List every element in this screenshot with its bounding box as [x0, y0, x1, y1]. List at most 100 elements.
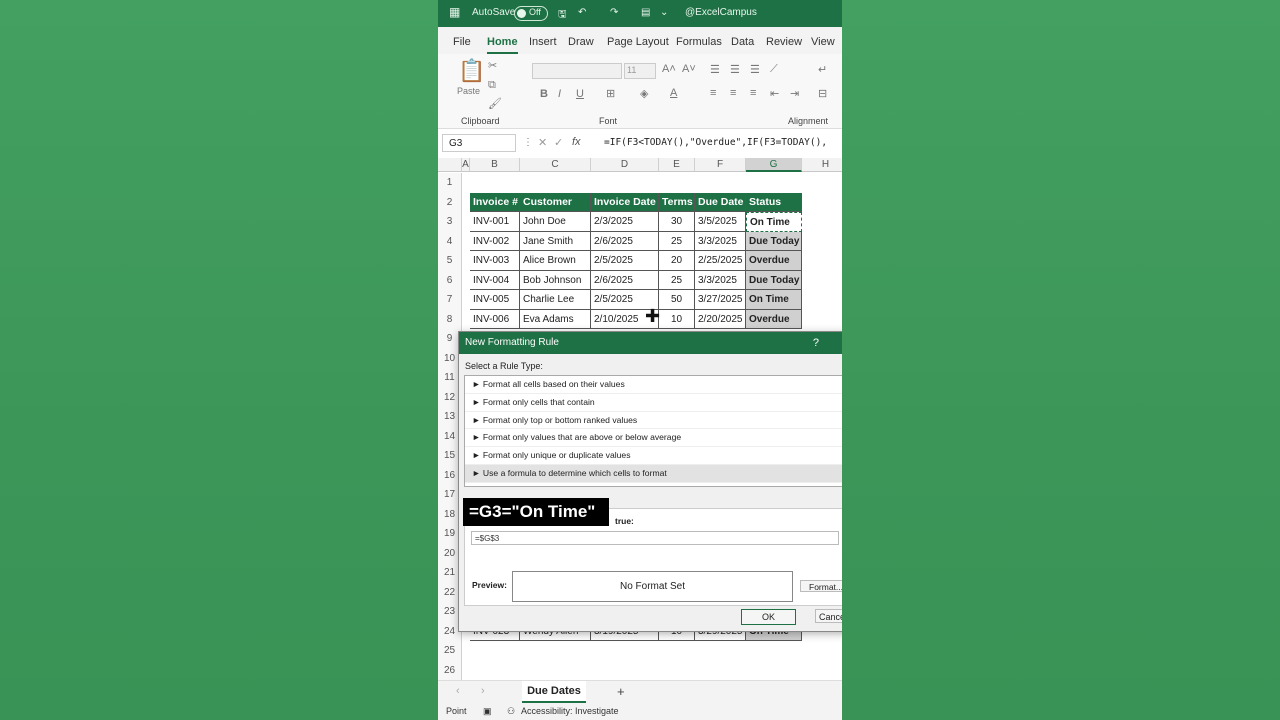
terms-cell[interactable]: 50 [659, 290, 695, 310]
customer-cell[interactable]: Charlie Lee [520, 290, 591, 310]
cut-icon[interactable]: ✂ [488, 59, 497, 72]
copy-icon[interactable]: ⧉ [488, 79, 496, 92]
align-middle-icon[interactable]: ☰ [730, 63, 740, 76]
next-sheet-icon[interactable]: › [481, 685, 485, 697]
tab-page-layout[interactable]: Page Layout [607, 36, 669, 48]
terms-cell[interactable]: 20 [659, 251, 695, 271]
row-header[interactable]: 7 [438, 290, 462, 310]
customer-cell[interactable]: Alice Brown [520, 251, 591, 271]
form-icon[interactable]: ▤ [641, 7, 650, 18]
column-header-f[interactable]: F [695, 158, 746, 172]
column-header-e[interactable]: E [659, 158, 695, 172]
tab-file[interactable]: File [453, 36, 471, 48]
column-header-a[interactable]: A [462, 158, 470, 172]
tab-home[interactable]: Home [487, 36, 518, 54]
header-cell[interactable]: Due Date [695, 192, 746, 212]
invoice-cell[interactable]: INV-001 [470, 212, 520, 232]
status-cell[interactable]: Due Today [746, 231, 802, 251]
fill-color-icon[interactable]: ◈ [640, 87, 648, 100]
rule-type-item[interactable]: ► Format all cells based on their values [465, 376, 842, 394]
rule-type-item[interactable]: ► Format only top or bottom ranked value… [465, 412, 842, 430]
rule-type-item[interactable]: ► Format only cells that contain [465, 394, 842, 412]
tab-draw[interactable]: Draw [568, 36, 594, 48]
header-cell[interactable]: Invoice Date [591, 192, 659, 212]
tab-data[interactable]: Data [731, 36, 754, 48]
column-header-g[interactable]: G [746, 158, 802, 172]
column-header-d[interactable]: D [591, 158, 659, 172]
font-size-box[interactable]: 11 [624, 63, 656, 79]
due-date-cell[interactable]: 3/3/2025 [695, 270, 746, 290]
cancel-entry-icon[interactable]: ✕ [538, 136, 547, 149]
column-header-b[interactable]: B [470, 158, 520, 172]
accessibility-icon[interactable]: ⚇ [507, 703, 515, 720]
tab-review[interactable]: Review [766, 36, 802, 48]
formula-text[interactable]: =IF(F3<TODAY(),"Overdue",IF(F3=TODAY(), [604, 137, 827, 148]
invoice-date-cell[interactable]: 2/5/2025 [591, 251, 659, 271]
font-name-box[interactable] [532, 63, 622, 79]
row-header[interactable]: 5 [438, 251, 462, 271]
add-sheet-icon[interactable]: + [617, 684, 625, 699]
due-date-cell[interactable]: 3/27/2025 [695, 290, 746, 310]
row-header[interactable]: 4 [438, 231, 462, 251]
redo-icon[interactable]: ↷ [610, 7, 618, 18]
rule-type-item[interactable]: ► Format only unique or duplicate values [465, 447, 842, 465]
terms-cell[interactable]: 25 [659, 270, 695, 290]
insert-function-icon[interactable]: fx [572, 136, 581, 148]
terms-cell[interactable]: 30 [659, 212, 695, 232]
borders-icon[interactable]: ⊞ [606, 87, 615, 100]
enter-icon[interactable]: ✓ [554, 136, 563, 149]
header-cell[interactable]: Terms [659, 192, 695, 212]
invoice-date-cell[interactable]: 2/3/2025 [591, 212, 659, 232]
terms-cell[interactable]: 10 [659, 309, 695, 329]
align-center-icon[interactable]: ≡ [730, 87, 736, 99]
column-header-c[interactable]: C [520, 158, 591, 172]
align-bottom-icon[interactable]: ☰ [750, 63, 760, 76]
row-header[interactable]: 2 [438, 192, 462, 212]
undo-icon[interactable]: ↶ [578, 7, 586, 18]
header-cell[interactable]: Status [746, 192, 802, 212]
align-right-icon[interactable]: ≡ [750, 87, 756, 99]
align-left-icon[interactable]: ≡ [710, 87, 716, 99]
macro-record-icon[interactable]: ▣ [483, 703, 492, 720]
formula-input[interactable]: =$G$3 [471, 531, 839, 545]
autosave-toggle[interactable]: Off [514, 6, 548, 21]
customer-cell[interactable]: Bob Johnson [520, 270, 591, 290]
sheet-tab-due-dates[interactable]: Due Dates [522, 681, 586, 703]
due-date-cell[interactable]: 3/3/2025 [695, 231, 746, 251]
invoice-cell[interactable]: INV-006 [470, 309, 520, 329]
tab-formulas[interactable]: Formulas [676, 36, 722, 48]
column-header-h[interactable]: H [802, 158, 842, 172]
tab-view[interactable]: View [811, 36, 835, 48]
invoice-date-cell[interactable]: 2/6/2025 [591, 231, 659, 251]
help-icon[interactable]: ? [813, 332, 819, 354]
terms-cell[interactable]: 25 [659, 231, 695, 251]
name-box[interactable]: G3 [442, 134, 516, 152]
header-cell[interactable]: Customer [520, 192, 591, 212]
row-header[interactable]: 3 [438, 212, 462, 232]
orientation-icon[interactable]: ⟋ [770, 63, 778, 76]
row-header[interactable]: 1 [438, 173, 462, 193]
tab-insert[interactable]: Insert [529, 36, 557, 48]
ok-button[interactable]: OK [741, 609, 796, 625]
row-header[interactable]: 8 [438, 309, 462, 329]
more-options-icon[interactable]: ⋮ [523, 137, 533, 148]
customer-cell[interactable]: Jane Smith [520, 231, 591, 251]
status-cell[interactable]: Due Today [746, 270, 802, 290]
format-painter-icon[interactable]: 🖌 [488, 97, 502, 110]
underline-icon[interactable]: U [576, 88, 584, 100]
status-cell[interactable]: On Time [746, 290, 802, 310]
invoice-cell[interactable]: INV-005 [470, 290, 520, 310]
invoice-cell[interactable]: INV-002 [470, 231, 520, 251]
invoice-cell[interactable]: INV-003 [470, 251, 520, 271]
prev-sheet-icon[interactable]: ‹ [456, 685, 460, 697]
customer-cell[interactable]: Eva Adams [520, 309, 591, 329]
font-color-icon[interactable]: A [670, 87, 677, 99]
increase-indent-icon[interactable]: ⇥ [790, 87, 799, 100]
row-header[interactable]: 25 [438, 641, 462, 661]
status-cell[interactable]: On Time [746, 212, 802, 232]
header-cell[interactable]: Invoice # [470, 192, 520, 212]
bold-icon[interactable]: B [540, 88, 548, 100]
italic-icon[interactable]: I [558, 88, 561, 100]
select-all-corner[interactable] [438, 158, 462, 172]
customer-cell[interactable]: John Doe [520, 212, 591, 232]
